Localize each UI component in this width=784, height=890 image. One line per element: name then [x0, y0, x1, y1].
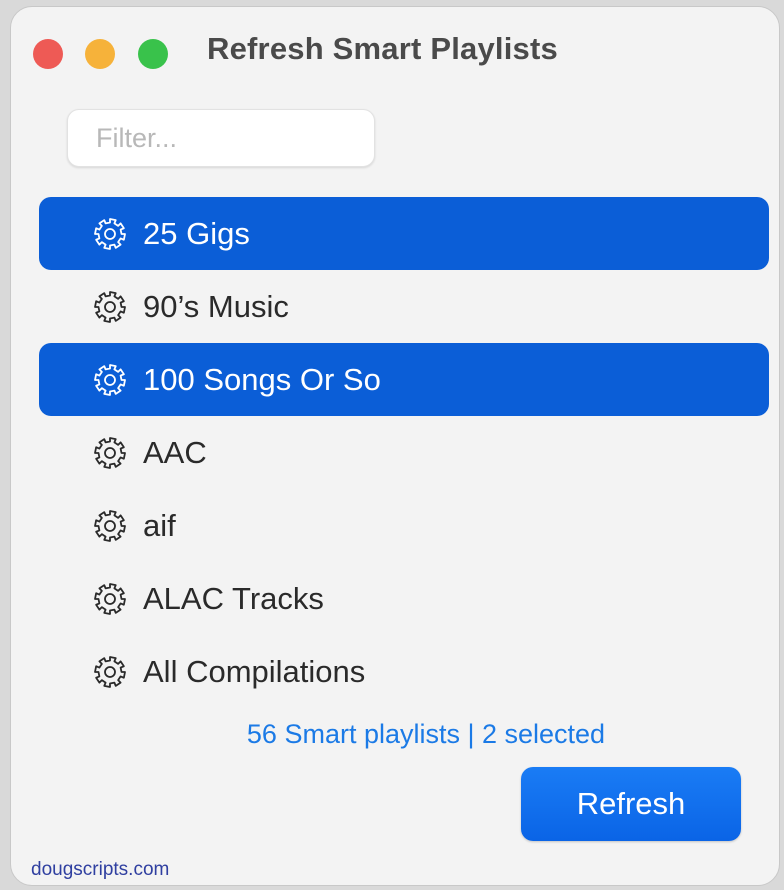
- filter-input[interactable]: [67, 109, 375, 167]
- playlist-label: aif: [143, 507, 176, 543]
- gear-icon: [93, 363, 127, 397]
- refresh-button[interactable]: Refresh: [521, 767, 741, 841]
- playlist-list[interactable]: 25 Gigs 90’s Music 100 Songs Or So AAC a…: [39, 197, 769, 708]
- gear-icon: [93, 655, 127, 689]
- gear-icon: [93, 217, 127, 251]
- selection-status: 56 Smart playlists | 2 selected: [246, 719, 606, 749]
- playlist-label: ALAC Tracks: [143, 580, 324, 616]
- playlist-label: AAC: [143, 434, 207, 470]
- list-item[interactable]: aif: [39, 489, 769, 562]
- gear-icon: [93, 436, 127, 470]
- list-item[interactable]: ALAC Tracks: [39, 562, 769, 635]
- list-item[interactable]: AAC: [39, 416, 769, 489]
- playlist-label: 100 Songs Or So: [143, 361, 381, 397]
- playlist-label: All Compilations: [143, 653, 366, 689]
- gear-icon: [93, 290, 127, 324]
- close-window-button[interactable]: [33, 39, 63, 69]
- playlist-label: 90’s Music: [143, 288, 289, 324]
- playlist-label: 25 Gigs: [143, 215, 250, 251]
- gear-icon: [93, 509, 127, 543]
- footer-credit[interactable]: dougscripts.com: [31, 859, 169, 881]
- window-title: Refresh Smart Playlists: [207, 31, 558, 66]
- list-item[interactable]: All Compilations: [39, 635, 769, 708]
- minimize-window-button[interactable]: [85, 39, 115, 69]
- app-window: Refresh Smart Playlists 25 Gigs 90’s Mus…: [10, 6, 780, 886]
- zoom-window-button[interactable]: [138, 39, 168, 69]
- list-item[interactable]: 25 Gigs: [39, 197, 769, 270]
- list-item[interactable]: 100 Songs Or So: [39, 343, 769, 416]
- gear-icon: [93, 582, 127, 616]
- title-bar[interactable]: Refresh Smart Playlists: [11, 7, 779, 87]
- list-item[interactable]: 90’s Music: [39, 270, 769, 343]
